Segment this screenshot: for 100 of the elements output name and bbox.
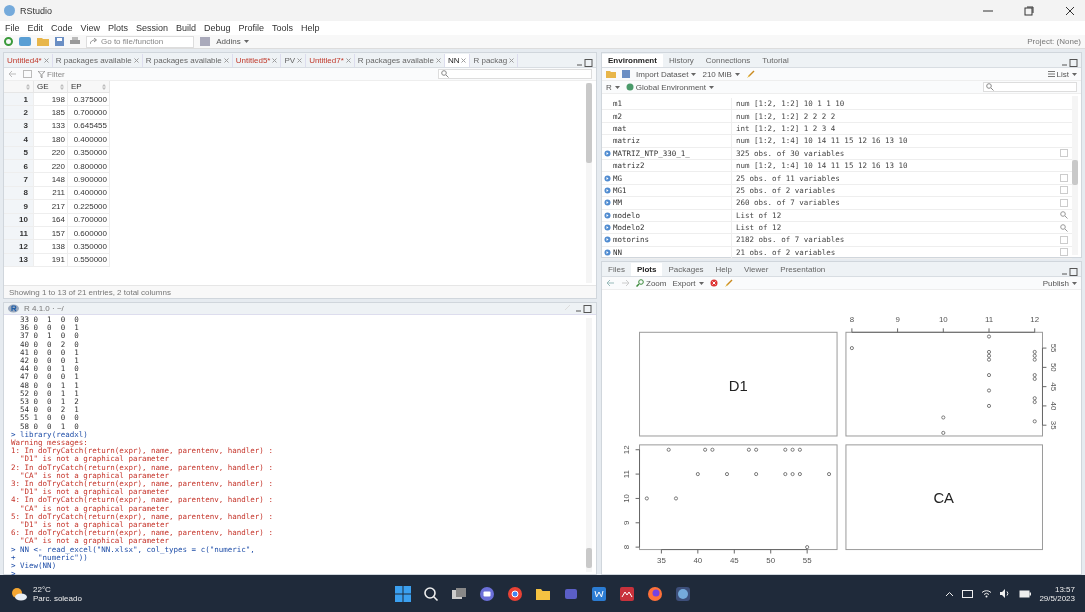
menu-item[interactable]: Build <box>175 23 196 33</box>
editor-tab[interactable]: R packages available <box>354 54 445 67</box>
expand-circle-icon[interactable] <box>604 224 611 232</box>
menu-item[interactable]: View <box>80 23 100 33</box>
editor-tab[interactable]: R packages available <box>52 54 143 67</box>
language-menu[interactable]: R <box>606 82 620 92</box>
pane-tab[interactable]: Viewer <box>738 263 775 276</box>
document-app-icon[interactable] <box>590 585 607 602</box>
editor-tab[interactable]: R packages available <box>142 54 233 67</box>
restore-icon[interactable] <box>1024 5 1034 16</box>
environment-scope-menu[interactable]: Global Environment <box>625 82 715 92</box>
magnifier-icon[interactable] <box>1060 223 1068 232</box>
grid-icon[interactable] <box>200 37 211 46</box>
expand-circle-icon[interactable] <box>604 236 611 244</box>
scrollbar[interactable] <box>1072 96 1078 255</box>
windows-logo-icon[interactable] <box>394 585 411 602</box>
pane-size-icon[interactable] <box>577 59 593 67</box>
tick-label: 12 <box>621 445 631 455</box>
menu-item[interactable]: Profile <box>238 23 264 33</box>
data-point <box>941 430 946 435</box>
open-folder-icon[interactable] <box>606 70 616 78</box>
r-app-icon[interactable] <box>674 585 691 602</box>
speaker-icon[interactable] <box>1000 589 1012 598</box>
magnifier-icon[interactable] <box>1060 211 1068 220</box>
search-field[interactable] <box>983 82 1077 92</box>
pane-tab[interactable]: History <box>662 54 700 67</box>
pane-tab[interactable]: Help <box>709 263 739 276</box>
back-arrow-icon[interactable] <box>8 70 17 78</box>
clock[interactable]: 13:57 29/5/2023 <box>1039 584 1075 603</box>
table-icon[interactable] <box>1060 149 1068 158</box>
pane-size-icon[interactable] <box>576 304 592 313</box>
editor-tab[interactable]: Untitled4* <box>4 54 53 67</box>
zoom-button[interactable]: Zoom <box>636 278 667 288</box>
menu-item[interactable]: Edit <box>27 23 44 33</box>
pane-tab[interactable]: Tutorial <box>756 54 795 67</box>
menu-item[interactable]: File <box>5 23 20 33</box>
scrollbar[interactable] <box>586 83 592 283</box>
pane-tab[interactable]: Files <box>602 263 631 276</box>
task-view-icon[interactable] <box>450 585 467 602</box>
addins-menu[interactable]: Addins <box>216 37 249 46</box>
save-icon[interactable] <box>55 37 64 46</box>
print-icon[interactable] <box>70 37 80 46</box>
expand-circle-icon[interactable] <box>604 199 611 207</box>
expand-circle-icon[interactable] <box>604 186 611 194</box>
project-menu[interactable]: Project: (None) <box>1027 37 1081 46</box>
column-header[interactable]: EP <box>68 81 110 93</box>
expand-circle-icon[interactable] <box>604 211 611 219</box>
menu-item[interactable]: Help <box>301 23 320 33</box>
publish-menu[interactable]: Publish <box>1042 278 1077 288</box>
view-mode-menu[interactable]: List <box>1047 69 1077 79</box>
expand-circle-icon[interactable] <box>604 174 611 182</box>
editor-tab[interactable]: R packag <box>470 54 519 67</box>
fox-browser-icon[interactable] <box>646 585 663 602</box>
pane-size-icon[interactable] <box>1062 59 1078 67</box>
menu-item[interactable]: Tools <box>272 23 294 33</box>
editor-tab[interactable]: NN <box>444 54 471 67</box>
browser-icon[interactable] <box>506 585 523 602</box>
app-icon[interactable] <box>618 585 635 602</box>
menu-item[interactable]: Plots <box>107 23 128 33</box>
go-to-file-field[interactable]: Go to file/function <box>86 35 195 48</box>
pane-tab[interactable]: Connections <box>699 54 757 67</box>
editor-tab[interactable]: Untitled7* <box>306 54 355 67</box>
export-menu[interactable]: Export <box>672 278 704 288</box>
broom-icon[interactable] <box>745 69 755 79</box>
tick-label: 8 <box>849 315 855 325</box>
forward-arrow-icon[interactable] <box>621 279 630 287</box>
pane-tab[interactable]: Presentation <box>774 263 832 276</box>
project-icon[interactable] <box>19 37 31 46</box>
search-icon[interactable] <box>422 585 439 602</box>
remove-plot-icon[interactable] <box>709 279 718 287</box>
broom-icon[interactable] <box>723 278 733 288</box>
editor-tab[interactable]: PV <box>281 54 307 67</box>
column-header[interactable]: GE <box>34 81 68 93</box>
popout-icon[interactable] <box>23 70 32 78</box>
close-icon[interactable] <box>1065 5 1075 16</box>
keyboard-icon[interactable] <box>962 589 974 598</box>
battery-icon[interactable] <box>1019 589 1032 598</box>
chat-icon[interactable] <box>478 585 495 602</box>
expand-circle-icon[interactable] <box>604 149 611 157</box>
menu-item[interactable]: Session <box>135 23 168 33</box>
wifi-icon[interactable] <box>981 589 993 598</box>
pane-tab[interactable]: Packages <box>662 263 710 276</box>
tick-label: 45 <box>1049 382 1059 392</box>
menu-item[interactable]: Debug <box>203 23 231 33</box>
row-number: 9 <box>4 200 34 214</box>
back-arrow-icon[interactable] <box>606 279 615 287</box>
pane-tab[interactable]: Environment <box>602 54 663 67</box>
pane-size-icon[interactable] <box>1062 268 1078 276</box>
memory-usage-menu[interactable]: 210 MiB <box>702 69 740 79</box>
editor-tab[interactable]: Untitled5* <box>232 54 282 67</box>
import-dataset-menu[interactable]: Import Dataset <box>636 69 697 79</box>
expand-circle-icon[interactable] <box>604 248 611 256</box>
chevron-up-icon[interactable] <box>945 590 955 597</box>
filter-button[interactable]: Filter <box>38 69 65 79</box>
search-field[interactable] <box>438 69 592 79</box>
new-file-icon[interactable] <box>4 37 13 46</box>
magnifier-icon <box>636 279 644 287</box>
scrollbar[interactable] <box>586 318 592 572</box>
menu-item[interactable]: Code <box>51 23 73 33</box>
pane-tab[interactable]: Plots <box>630 263 663 276</box>
